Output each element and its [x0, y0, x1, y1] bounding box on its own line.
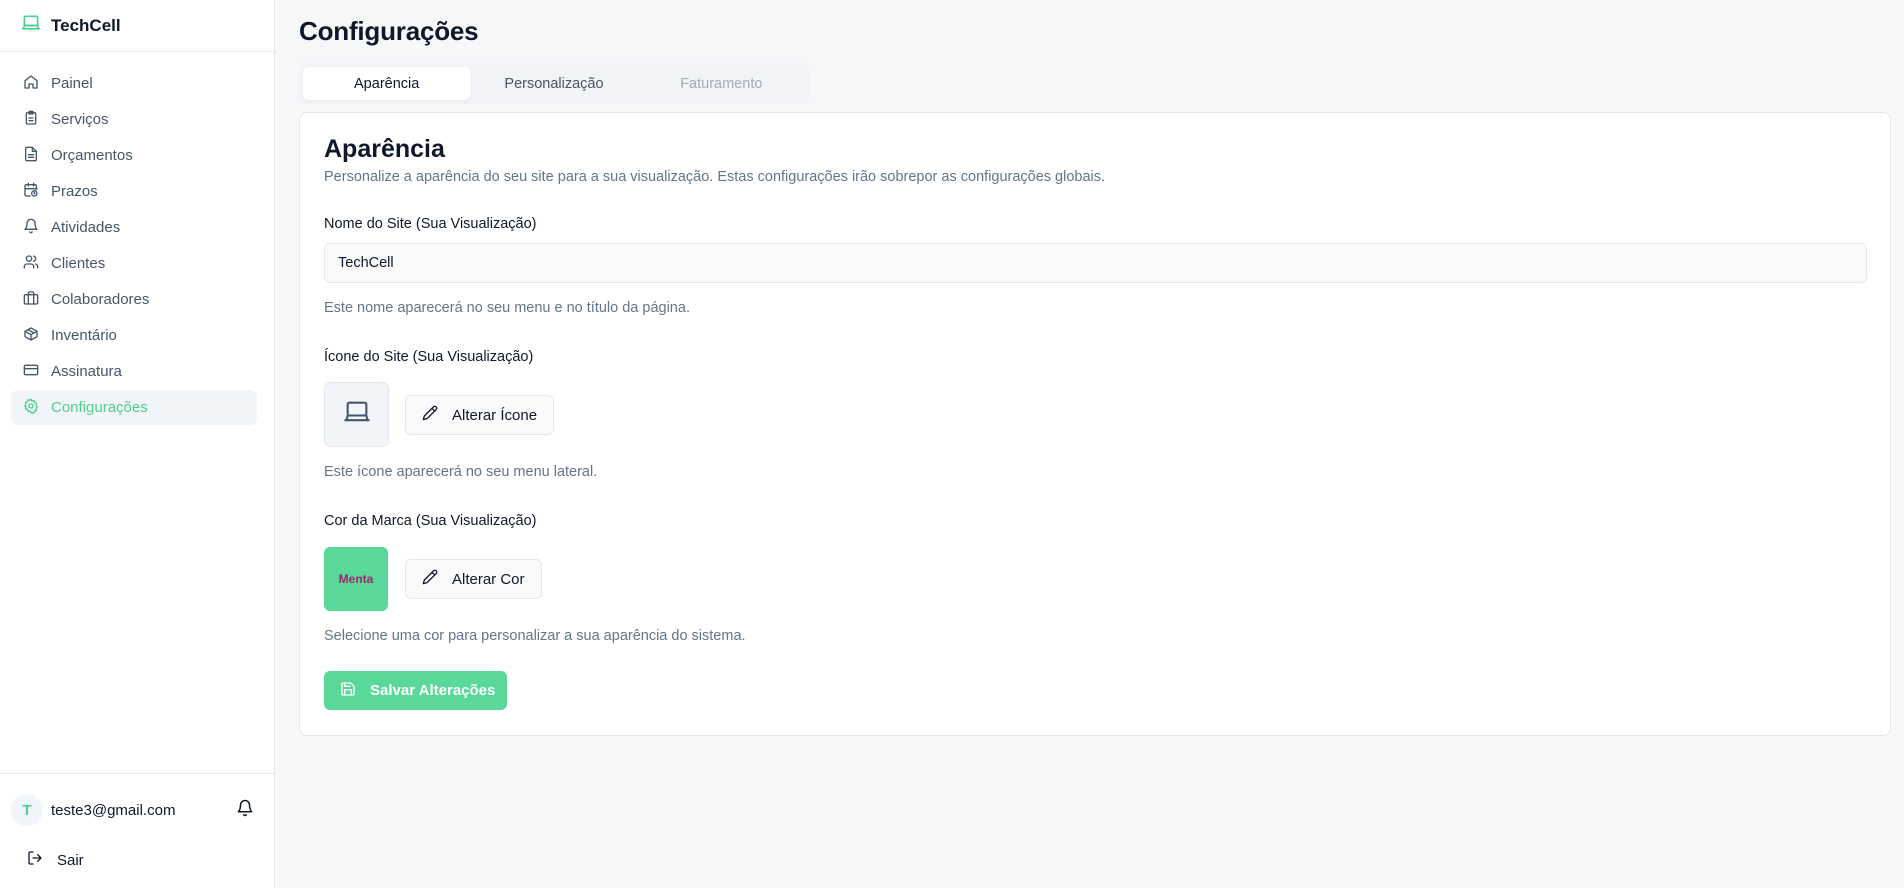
save-changes-label: Salvar Alterações [370, 682, 496, 699]
sidebar-item-label: Clientes [51, 255, 106, 272]
sidebar-item-inventario[interactable]: Inventário [11, 318, 257, 353]
notifications-bell-icon[interactable] [236, 799, 254, 822]
sidebar-item-label: Painel [51, 75, 93, 92]
sidebar-item-label: Prazos [51, 183, 98, 200]
logout-button[interactable]: Sair [27, 850, 84, 870]
sidebar-footer: T teste3@gmail.com Sair [0, 773, 275, 888]
gear-icon [23, 398, 39, 418]
sidebar-item-label: Configurações [51, 399, 148, 416]
sidebar-item-label: Inventário [51, 327, 117, 344]
clipboard-icon [23, 110, 39, 130]
site-name-label: Nome do Site (Sua Visualização) [324, 216, 537, 232]
sidebar-item-colaboradores[interactable]: Colaboradores [11, 282, 257, 317]
change-icon-button[interactable]: Alterar Ícone [405, 395, 555, 435]
brand[interactable]: TechCell [0, 0, 274, 52]
sidebar-item-label: Serviços [51, 111, 109, 128]
sidebar-item-painel[interactable]: Painel [11, 66, 257, 101]
users-icon [23, 254, 39, 274]
card-title: Aparência [324, 135, 445, 163]
tab-faturamento: Faturamento [680, 75, 763, 92]
laptop-icon [343, 398, 371, 431]
tab-personalizacao[interactable]: Personalização [470, 67, 637, 100]
site-name-input[interactable] [324, 243, 1867, 283]
user-email: teste3@gmail.com [51, 801, 176, 819]
laptop-icon [21, 13, 41, 38]
brand-color-label: Cor da Marca (Sua Visualização) [324, 513, 537, 529]
user-row: T teste3@gmail.com [11, 794, 254, 826]
site-icon-help: Este ícone aparecerá no seu menu lateral… [324, 464, 598, 480]
home-icon [23, 74, 39, 94]
change-color-label: Alterar Cor [452, 570, 525, 588]
sidebar-item-clientes[interactable]: Clientes [11, 246, 257, 281]
sidebar-item-configuracoes[interactable]: Configurações [11, 390, 257, 425]
sidebar: TechCell Painel Serviços Orçamentos Praz… [0, 0, 275, 888]
log-out-icon [27, 850, 43, 870]
sidebar-item-label: Assinatura [51, 363, 122, 380]
site-name-help: Este nome aparecerá no seu menu e no tít… [324, 300, 690, 316]
package-icon [23, 326, 39, 346]
sidebar-item-assinatura[interactable]: Assinatura [11, 354, 257, 389]
bell-icon [23, 218, 39, 238]
logout-label: Sair [57, 851, 84, 869]
settings-tabs: Aparência Personalização Faturamento [299, 63, 809, 104]
calendar-clock-icon [23, 182, 39, 202]
page-title: Configurações [299, 16, 479, 46]
credit-card-icon [23, 362, 39, 382]
change-color-button[interactable]: Alterar Cor [405, 559, 542, 599]
brand-color-swatch: Menta [324, 547, 388, 611]
save-icon [340, 681, 356, 701]
sidebar-item-label: Orçamentos [51, 147, 133, 164]
brand-name: TechCell [51, 15, 121, 35]
sidebar-item-label: Atividades [51, 219, 121, 236]
briefcase-icon [23, 290, 39, 310]
appearance-card: Aparência Personalize a aparência do seu… [299, 112, 1891, 736]
site-icon-label: Ícone do Site (Sua Visualização) [324, 349, 534, 365]
pencil-icon [422, 569, 438, 589]
sidebar-item-atividades[interactable]: Atividades [11, 210, 257, 245]
avatar[interactable]: T [11, 794, 43, 826]
sidebar-item-label: Colaboradores [51, 291, 150, 308]
card-description: Personalize a aparência do seu site para… [324, 169, 1106, 185]
sidebar-nav: Painel Serviços Orçamentos Prazos Ativid… [0, 52, 274, 425]
sidebar-item-orcamentos[interactable]: Orçamentos [11, 138, 257, 173]
sidebar-item-servicos[interactable]: Serviços [11, 102, 257, 137]
change-icon-label: Alterar Ícone [452, 406, 538, 424]
tab-aparencia[interactable]: Aparência [303, 67, 471, 100]
pencil-icon [422, 405, 438, 425]
sidebar-item-prazos[interactable]: Prazos [11, 174, 257, 209]
file-text-icon [23, 146, 39, 166]
brand-color-help: Selecione uma cor para personalizar a su… [324, 628, 746, 644]
site-icon-preview [324, 382, 389, 447]
main-content: Configurações Aparência Personalização F… [276, 0, 1904, 888]
save-changes-button[interactable]: Salvar Alterações [324, 671, 507, 710]
